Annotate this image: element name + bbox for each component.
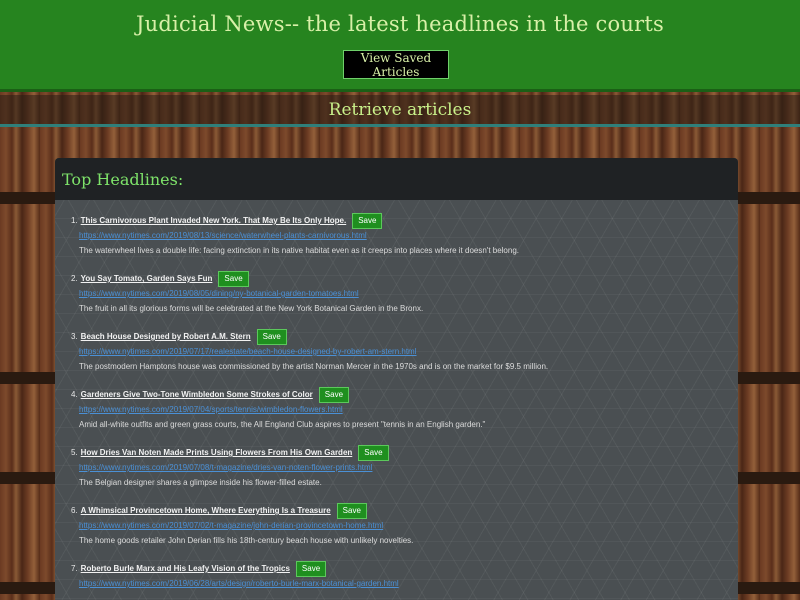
save-button[interactable]: Save [218,270,249,287]
article-number: 5. [71,448,78,457]
article-url-link[interactable]: https://www.nytimes.com/2019/07/17/reale… [79,347,738,356]
save-button[interactable]: Save [295,560,327,577]
retrieve-articles-link[interactable]: Retrieve articles [329,100,472,120]
save-button[interactable]: Save [256,328,287,345]
article-headline-link[interactable]: You Say Tomato, Garden Says Fun [81,274,213,283]
retrieve-bar: Retrieve articles [0,95,800,127]
article-summary: The Belgian designer shares a glimpse in… [79,478,322,487]
article-url-link[interactable]: https://www.nytimes.com/2019/07/02/t-mag… [79,521,738,530]
view-saved-articles-button[interactable]: View Saved Articles [343,50,449,79]
article-number: 1. [71,216,78,225]
article-url-link[interactable]: https://www.nytimes.com/2019/07/08/t-mag… [79,463,738,472]
save-button[interactable]: Save [336,502,367,519]
list-item: 7. Roberto Burle Marx and His Leafy Visi… [71,560,738,600]
article-headline-link[interactable]: How Dries Van Noten Made Prints Using Fl… [81,448,353,457]
article-url-link[interactable]: https://www.nytimes.com/2019/06/28/arts/… [79,579,738,588]
article-number: 4. [71,390,78,399]
save-button[interactable]: Save [352,212,383,229]
list-item: 3. Beach House Designed by Robert A.M. S… [71,328,738,386]
article-url-link[interactable]: https://www.nytimes.com/2019/08/13/scien… [79,231,738,240]
article-summary: Amid all-white outfits and green grass c… [79,420,486,429]
list-item: 1. This Carnivorous Plant Invaded New Yo… [71,212,738,270]
article-number: 7. [71,564,78,573]
list-item: 4. Gardeners Give Two-Tone Wimbledon Som… [71,386,738,444]
list-item: 2. You Say Tomato, Garden Says Fun Save … [71,270,738,328]
site-header: Judicial News-- the latest headlines in … [0,0,800,92]
article-list: 1. This Carnivorous Plant Invaded New Yo… [55,200,738,600]
article-number: 2. [71,274,78,283]
article-number: 3. [71,332,78,341]
top-headlines-panel: Top Headlines: 1. This Carnivorous Plant… [55,158,738,600]
article-headline-link[interactable]: Roberto Burle Marx and His Leafy Vision … [81,564,290,573]
list-item: 6. A Whimsical Provincetown Home, Where … [71,502,738,560]
site-title: Judicial News-- the latest headlines in … [136,12,664,36]
article-number: 6. [71,506,78,515]
save-button[interactable]: Save [358,444,389,461]
article-summary: The postmodern Hamptons house was commis… [79,362,549,371]
article-summary: The waterwheel lives a double life: faci… [79,246,520,255]
article-headline-link[interactable]: A Whimsical Provincetown Home, Where Eve… [81,506,331,515]
article-headline-link[interactable]: Gardeners Give Two-Tone Wimbledon Some S… [81,390,313,399]
article-headline-link[interactable]: Beach House Designed by Robert A.M. Ster… [81,332,251,341]
article-summary: The home goods retailer John Derian fill… [79,536,414,545]
panel-title: Top Headlines: [62,170,184,189]
save-button[interactable]: Save [318,386,350,403]
article-url-link[interactable]: https://www.nytimes.com/2019/08/05/dinin… [79,289,738,298]
article-summary: The fruit in all its glorious forms will… [79,304,424,313]
article-url-link[interactable]: https://www.nytimes.com/2019/07/04/sport… [79,405,738,414]
list-item: 5. How Dries Van Noten Made Prints Using… [71,444,738,502]
panel-header: Top Headlines: [55,158,738,200]
article-headline-link[interactable]: This Carnivorous Plant Invaded New York.… [81,216,347,225]
